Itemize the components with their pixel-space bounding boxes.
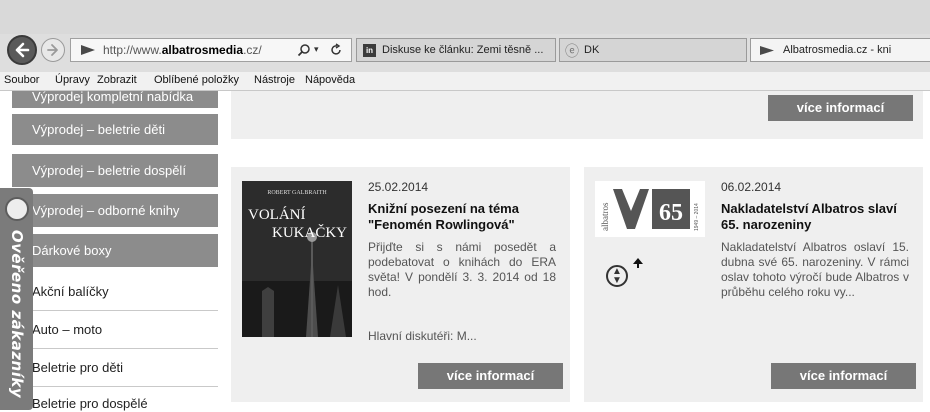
sidebar-item-label: Akční balíčky <box>32 284 109 299</box>
sidebar-item-label: Beletrie pro děti <box>32 360 124 375</box>
tab-albatrosmedia[interactable]: Albatrosmedia.cz - kni <box>750 38 930 62</box>
ie-globe-icon: ⓔ <box>565 43 579 59</box>
article-title[interactable]: Nakladatelství Albatros slaví 65. naroze… <box>721 201 917 233</box>
book-cover-image[interactable]: ROBERT GALBRAITH VOLÁNÍ KUKAČKY <box>242 181 352 337</box>
article-perex: Nakladatelství Albatros oslaví 15. dubna… <box>721 240 909 299</box>
article-title[interactable]: Knižní posezení na téma "Fenomén Rowling… <box>368 201 564 233</box>
cover-author: ROBERT GALBRAITH <box>267 190 327 196</box>
menu-help[interactable]: Nápověda <box>305 72 355 89</box>
tab-label: DK <box>584 44 600 56</box>
verified-badge[interactable]: Ověřeno zákazníky <box>0 188 33 410</box>
sidebar-item-label: Výprodej – beletrie dospělí <box>32 163 186 178</box>
sidebar-item-auto-moto[interactable]: Auto – moto <box>12 311 218 349</box>
logo-number: 65 <box>659 200 683 226</box>
sidebar-item-label: Auto – moto <box>32 322 103 337</box>
sidebar-item-label: Výprodej – odborné knihy <box>32 203 180 218</box>
sidebar-item-label: Dárkové boxy <box>32 243 112 258</box>
cover-title-line2: KUKAČKY <box>272 224 347 241</box>
more-info-button[interactable]: více informací <box>771 363 916 389</box>
logo-years: 1949 – 2014 <box>694 203 700 231</box>
sidebar-item-label: Beletrie pro dospělé <box>32 396 148 411</box>
sidebar-item-bundles[interactable]: Akční balíčky <box>12 273 218 311</box>
more-info-button[interactable]: více informací <box>418 363 563 389</box>
site-favicon-icon: in <box>363 44 376 57</box>
menu-tools[interactable]: Nástroje <box>254 72 295 89</box>
sidebar-item-label: Výprodej – beletrie děti <box>32 122 165 137</box>
menu-favorites[interactable]: Oblíbené položky <box>154 72 239 89</box>
page-icon <box>81 45 95 55</box>
refresh-icon[interactable] <box>329 43 343 57</box>
promo-panel: více informací <box>231 91 923 139</box>
sidebar-item-clearance-kids[interactable]: Výprodej – beletrie děti <box>12 114 218 145</box>
article-perex: Přijďte si s námi posedět a podebatovat … <box>368 240 556 299</box>
article-card: albatros 65 1949 – 2014 ▲ ▼ 06.02.2014 Na… <box>584 167 923 402</box>
arrow-right-icon <box>47 44 58 56</box>
sidebar-item-label: Výprodej kompletní nabídka <box>32 91 194 104</box>
menu-bar: Soubor Úpravy Zobrazit Oblíbené položky … <box>0 72 930 91</box>
logo-wordmark: albatros <box>600 202 610 231</box>
article-extra: Hlavní diskutéři: M... <box>368 329 477 343</box>
tab-discussion[interactable]: in Diskuse ke článku: Zemi těsně ... <box>356 38 556 62</box>
article-card: ROBERT GALBRAITH VOLÁNÍ KUKAČKY 25.02.20… <box>231 167 570 402</box>
sidebar-item-adult-fiction[interactable]: Beletrie pro dospělé <box>12 387 218 412</box>
title-bar <box>0 0 930 34</box>
menu-edit[interactable]: Úpravy <box>55 72 90 89</box>
url-text: http://www.albatrosmedia.cz/ <box>103 43 262 57</box>
cursor-arrow-icon <box>633 258 643 268</box>
sidebar-item-clearance-all[interactable]: Výprodej kompletní nabídka <box>12 91 218 108</box>
sidebar-item-clearance-professional[interactable]: Výprodej – odborné knihy <box>12 194 218 227</box>
menu-view[interactable]: Zobrazit <box>97 72 137 89</box>
dropdown-icon[interactable]: ▾ <box>314 38 319 60</box>
sidebar-item-clearance-adults[interactable]: Výprodej – beletrie dospělí <box>12 154 218 187</box>
scroll-cursor-icon: ▲ ▼ <box>606 265 628 287</box>
verified-badge-text: Ověřeno zákazníky <box>8 229 26 399</box>
menu-file[interactable]: Soubor <box>4 72 39 89</box>
tab-dk[interactable]: ⓔ DK <box>559 38 747 62</box>
search-icon[interactable] <box>297 43 311 57</box>
article-date: 25.02.2014 <box>368 180 429 194</box>
page-icon <box>760 46 774 55</box>
seal-icon <box>5 197 29 221</box>
tab-label: Albatrosmedia.cz - kni <box>783 44 892 56</box>
article-date: 06.02.2014 <box>721 180 782 194</box>
more-info-button[interactable]: více informací <box>768 95 913 121</box>
forward-button[interactable] <box>41 38 65 62</box>
address-bar[interactable]: http://www.albatrosmedia.cz/ ▾ <box>70 38 352 62</box>
sidebar-item-gift-boxes[interactable]: Dárkové boxy <box>12 234 218 267</box>
back-button[interactable] <box>7 35 37 65</box>
sidebar-item-kids-fiction[interactable]: Beletrie pro děti <box>12 349 218 387</box>
tab-label: Diskuse ke článku: Zemi těsně ... <box>382 44 544 56</box>
cover-title-line1: VOLÁNÍ <box>248 206 306 223</box>
arrow-left-icon <box>15 42 30 58</box>
page-content: Výprodej kompletní nabídka Výprodej – be… <box>0 91 930 412</box>
albatros-65-logo[interactable]: albatros 65 1949 – 2014 <box>595 181 705 237</box>
